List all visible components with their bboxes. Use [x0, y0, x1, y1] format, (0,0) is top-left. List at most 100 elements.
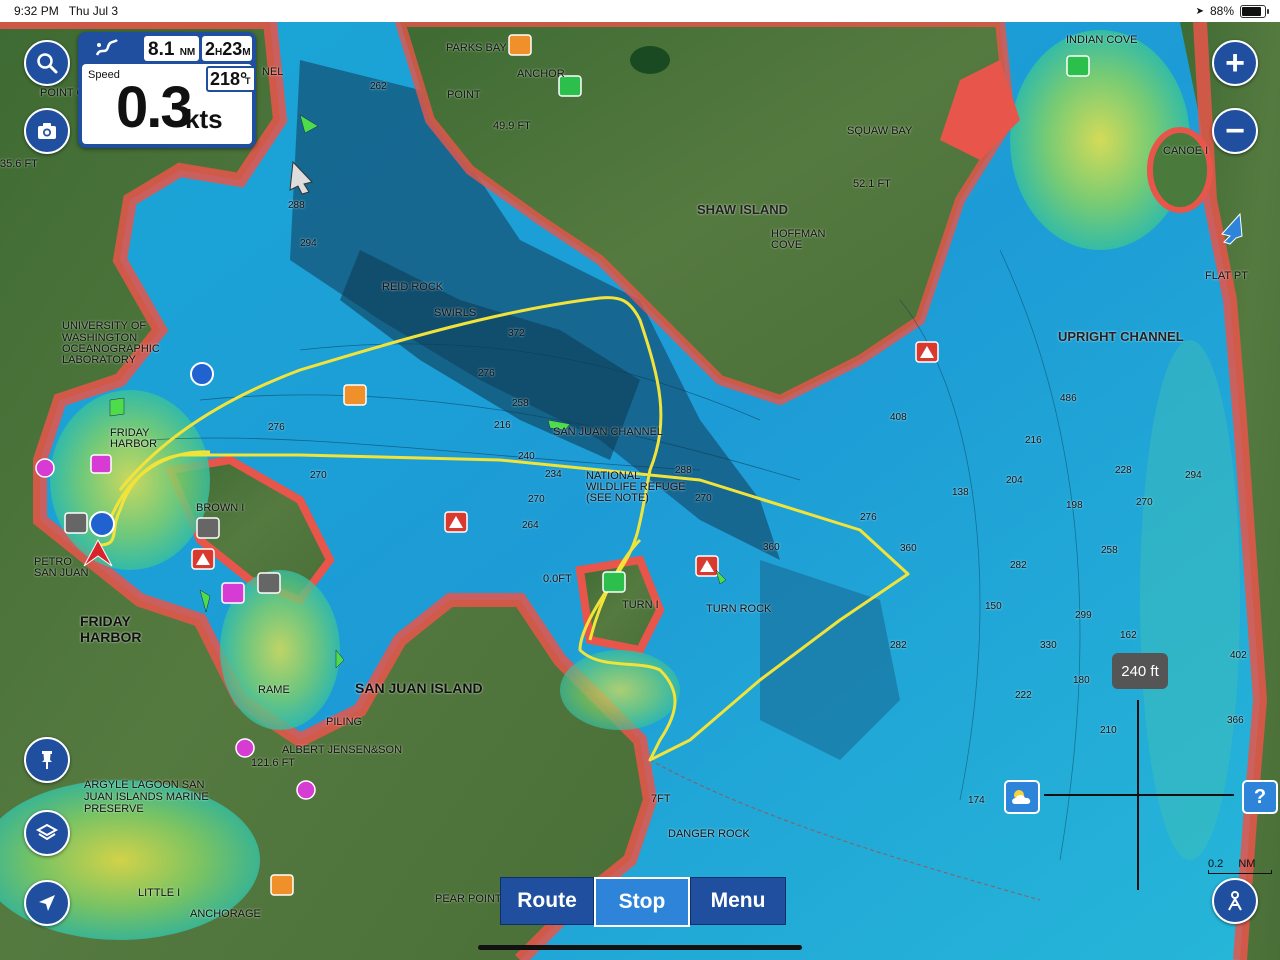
label-nwr-3: (SEE NOTE) — [586, 492, 649, 504]
depth-sounding: 210 — [1100, 725, 1117, 736]
stop-button[interactable]: Stop — [594, 877, 690, 927]
depth-sounding: 198 — [1066, 500, 1083, 511]
label-anchorage-top: ANCHOR — [517, 68, 565, 80]
depth-sounding: 150 — [985, 601, 1002, 612]
depth-sounding: 180 — [1073, 675, 1090, 686]
depth-sounding: 174 — [968, 795, 985, 806]
depth-sounding: 282 — [1010, 560, 1027, 571]
depth-sounding: 486 — [1060, 393, 1077, 404]
depth-sounding: 270 — [310, 470, 327, 481]
label-piling: PILING — [326, 716, 363, 728]
depth-sounding: 138 — [952, 487, 969, 498]
label-depth-ft-4: 35.6 FT — [0, 158, 38, 170]
label-depth-ft-2: 52.1 FT — [853, 178, 891, 190]
label-depth-ft-6: 7FT — [651, 793, 671, 805]
search-button[interactable] — [24, 40, 70, 86]
depth-sounding: 288 — [288, 200, 305, 211]
depth-sounding: 330 — [1040, 640, 1057, 651]
label-swirls: SWIRLS — [434, 307, 477, 319]
pin-button[interactable] — [24, 737, 70, 783]
depth-sounding: 288 — [675, 465, 692, 476]
home-indicator[interactable] — [478, 945, 802, 950]
speed-unit: kts — [185, 104, 223, 134]
label-san-juan-channel: SAN JUAN CHANNEL — [553, 426, 664, 438]
depth-sounding: 299 — [1075, 610, 1092, 621]
label-friday: FRIDAY — [80, 613, 131, 629]
depth-sounding: 216 — [494, 420, 511, 431]
weather-button[interactable] — [1004, 780, 1040, 814]
label-flat-pt: FLAT PT — [1205, 270, 1248, 282]
depth-sounding: 360 — [900, 543, 917, 554]
label-pear-point: PEAR POINT — [435, 893, 502, 905]
scale-bar-unit: NM — [1238, 858, 1256, 870]
label-university: UNIVERSITY OF — [62, 320, 147, 332]
depth-sounding: 270 — [528, 494, 545, 505]
label-parks-bay: PARKS BAY — [446, 42, 507, 54]
depth-sounding: 294 — [1185, 470, 1202, 481]
nav-dashboard[interactable]: 8.1 NM 2H23M Speed 0.3 kts 218° T — [78, 32, 256, 148]
person-button[interactable] — [1212, 878, 1258, 924]
label-indian-cove: INDIAN COVE — [1066, 34, 1138, 46]
plus-icon: + — [1225, 44, 1245, 82]
locate-button[interactable] — [24, 880, 70, 926]
label-rame: RAME — [258, 684, 290, 696]
person-icon — [1228, 891, 1242, 911]
depth-sounding: 258 — [512, 398, 529, 409]
route-button[interactable]: Route — [500, 877, 594, 925]
label-little-island: LITTLE I — [138, 887, 181, 899]
label-harbor-small: HARBOR — [110, 438, 158, 450]
depth-sounding: 264 — [522, 520, 539, 531]
crosshair-vertical — [1137, 700, 1139, 890]
label-depth-ft-1: 49.9 FT — [493, 120, 531, 132]
depth-sounding: 216 — [1025, 435, 1042, 446]
crosshair-horizontal — [1044, 794, 1234, 796]
status-time: 9:32 PM Thu Jul 3 — [14, 4, 119, 18]
camera-icon — [38, 123, 56, 139]
help-button[interactable]: ? — [1242, 780, 1278, 814]
label-cove: COVE — [771, 239, 803, 251]
label-point-top: POINT — [447, 89, 481, 101]
label-brown-island: BROWN I — [196, 502, 245, 514]
track-icon — [95, 39, 118, 56]
speed-panel: Speed 0.3 kts 218° T — [82, 64, 256, 144]
zoom-in-button[interactable]: + — [1212, 40, 1258, 86]
layers-button[interactable] — [24, 810, 70, 856]
label-turn-rock: TURN ROCK — [706, 603, 772, 615]
pin-icon — [42, 751, 52, 769]
depth-sounding: 270 — [1136, 497, 1153, 508]
scale-bar: 0.2 NM — [1208, 858, 1272, 874]
label-canoe-island: CANOE I — [1163, 145, 1209, 157]
depth-sounding: 276 — [268, 422, 285, 433]
label-argyle-1: ARGYLE LAGOON SAN — [84, 779, 205, 791]
depth-sounding: 262 — [370, 81, 387, 92]
label-san-juan-island: SAN JUAN ISLAND — [355, 680, 483, 696]
battery-percent: 88% — [1209, 4, 1234, 18]
depth-sounding: 282 — [890, 640, 907, 651]
depth-sounding: 360 — [763, 542, 780, 553]
distance-scale-pill: 240 ft — [1112, 653, 1168, 689]
depth-sounding: 240 — [518, 451, 535, 462]
label-shaw-island: SHAW ISLAND — [697, 202, 788, 217]
status-right: ➤ 88% — [1196, 4, 1269, 18]
trip-time: 2H23M — [202, 36, 252, 61]
depth-sounding: 366 — [1227, 715, 1244, 726]
speed-value: 0.3 — [116, 75, 193, 140]
search-icon — [37, 53, 58, 74]
depth-sounding: 276 — [860, 512, 877, 523]
depth-sounding: 258 — [1101, 545, 1118, 556]
label-squaw-bay: SQUAW BAY — [847, 125, 913, 137]
zoom-out-button[interactable]: − — [1212, 108, 1258, 154]
depth-sounding: 234 — [545, 469, 562, 480]
label-albert-jensen: ALBERT JENSEN&SON — [282, 744, 403, 756]
depth-sounding: 222 — [1015, 690, 1032, 701]
depth-sounding: 204 — [1006, 475, 1023, 486]
menu-button[interactable]: Menu — [690, 877, 786, 925]
label-reid-rock: REID ROCK — [382, 281, 444, 293]
label-argyle-3: PRESERVE — [84, 803, 144, 815]
layers-icon — [35, 823, 59, 841]
label-danger-rock: DANGER ROCK — [668, 828, 750, 840]
camera-button[interactable] — [24, 108, 70, 154]
label-turn-island: TURN I — [622, 599, 659, 611]
label-harbor: HARBOR — [80, 629, 142, 645]
depth-sounding: 402 — [1230, 650, 1247, 661]
